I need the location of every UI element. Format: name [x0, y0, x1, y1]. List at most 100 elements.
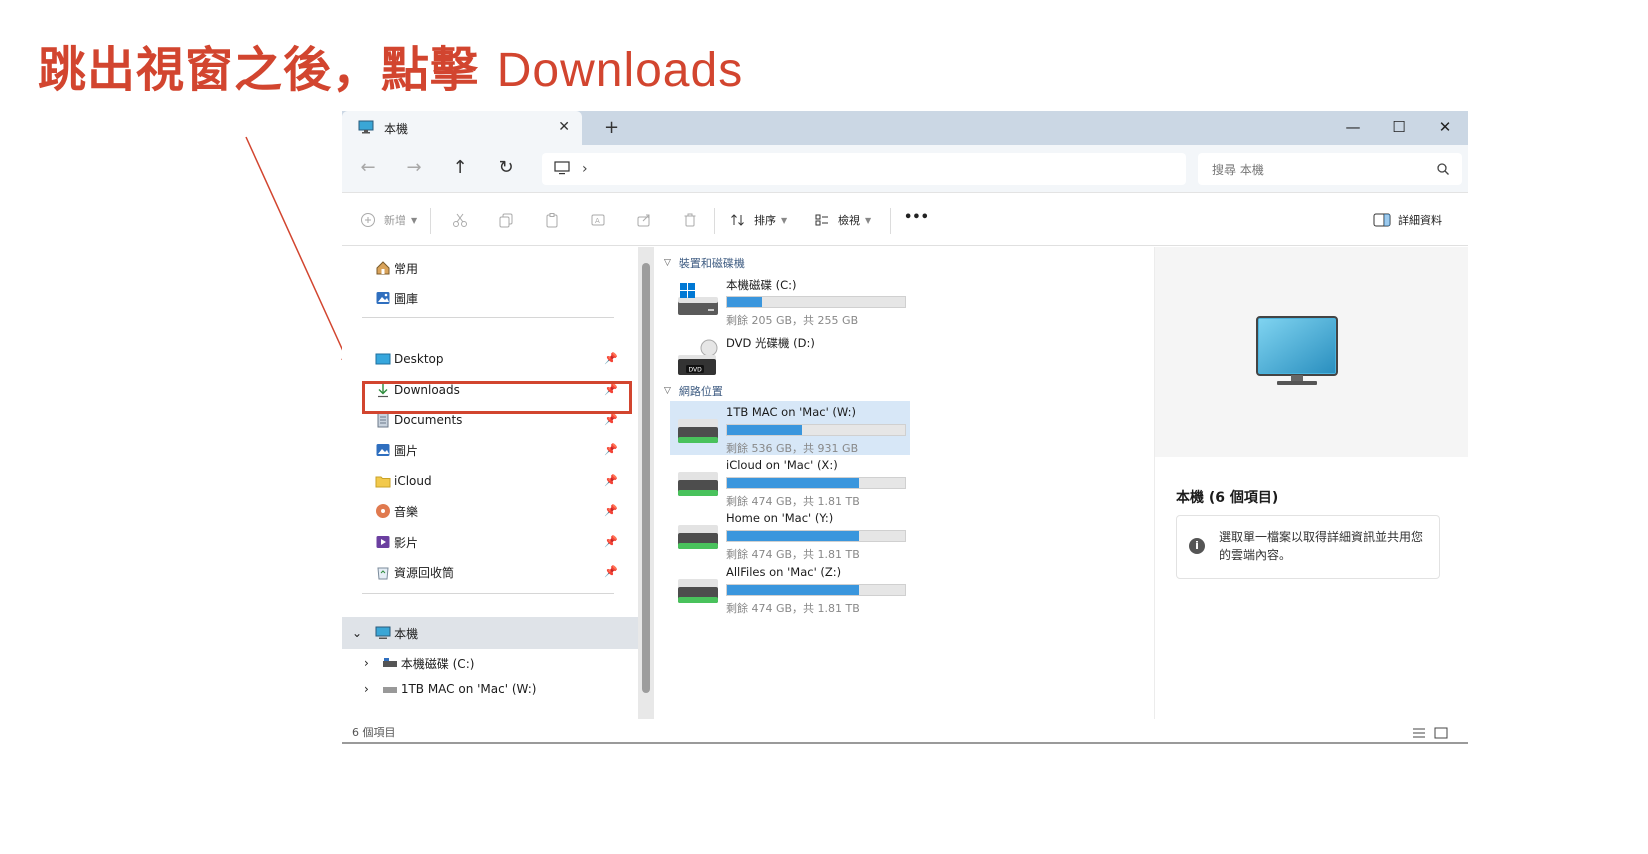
details-pane-button[interactable]: 詳細資料: [1372, 210, 1442, 230]
videos-icon: [374, 533, 392, 551]
drive-free-space: 剩餘 474 GB，共 1.81 TB: [726, 602, 860, 615]
music-icon: [374, 502, 392, 520]
drive-z[interactable]: AllFiles on 'Mac' (Z:) 剩餘 474 GB，共 1.81 …: [670, 561, 910, 615]
chevron-down-icon[interactable]: ▽: [664, 386, 671, 396]
drive-usage-bar: [726, 530, 906, 542]
group-header-devices[interactable]: ▽ 裝置和磁碟機: [664, 255, 745, 271]
pin-icon[interactable]: 📌: [604, 504, 618, 517]
drive-y[interactable]: Home on 'Mac' (Y:) 剩餘 474 GB，共 1.81 TB: [670, 507, 910, 561]
details-title: 本機 (6 個項目): [1176, 490, 1279, 506]
group-label: 裝置和磁碟機: [678, 257, 745, 270]
drive-dvd[interactable]: DVD DVD 光碟機 (D:): [670, 331, 910, 385]
nav-item-label: 常用: [394, 261, 419, 276]
scrollbar-thumb[interactable]: [642, 263, 650, 693]
up-button[interactable]: ↑: [448, 157, 472, 178]
chevron-right-icon[interactable]: ›: [364, 656, 369, 670]
chevron-down-icon: ▼: [865, 215, 872, 225]
pin-icon[interactable]: 📌: [604, 565, 618, 578]
chevron-down-icon[interactable]: ▽: [664, 258, 671, 268]
nav-item-music[interactable]: 音樂 📌: [362, 498, 622, 524]
navigation-pane: 常用 圖庫 Desktop 📌 Downloads 📌 Documents 📌 …: [342, 247, 638, 719]
drive-usage-fill: [727, 425, 803, 435]
preview-area: [1155, 247, 1468, 457]
monitor-icon: [358, 119, 374, 138]
scissors-icon: [450, 210, 470, 230]
back-button[interactable]: ←: [356, 157, 380, 178]
nav-item-label: 圖片: [394, 443, 419, 458]
minimize-button[interactable]: —: [1330, 111, 1376, 145]
file-explorer-window: 本機 ✕ + — ☐ ✕ ← → ↑ ↻ › 搜尋 本機 新增 ▼ A 排序 ▼…: [342, 111, 1468, 744]
search-input[interactable]: 搜尋 本機: [1198, 153, 1462, 185]
desktop-folder-icon: [374, 350, 392, 368]
drive-usage-fill: [727, 297, 762, 307]
info-icon: i: [1189, 538, 1205, 554]
nav-tree-network-w[interactable]: › 1TB MAC on 'Mac' (W:): [342, 676, 602, 702]
svg-text:A: A: [595, 217, 600, 225]
close-tab-icon[interactable]: ✕: [558, 119, 570, 135]
dvd-drive-icon: DVD: [676, 339, 720, 385]
new-tab-button[interactable]: +: [604, 117, 619, 138]
clipboard-icon: [542, 210, 562, 230]
drive-icon: [381, 654, 399, 672]
pin-icon[interactable]: 📌: [604, 535, 618, 548]
group-header-network[interactable]: ▽ 網路位置: [664, 383, 723, 399]
more-options-button[interactable]: •••: [904, 210, 929, 225]
nav-divider: [362, 317, 614, 318]
pin-icon[interactable]: 📌: [604, 443, 618, 456]
tab-this-pc[interactable]: 本機 ✕: [342, 111, 582, 145]
cut-button[interactable]: [450, 210, 470, 230]
view-button[interactable]: 檢視 ▼: [812, 210, 871, 230]
share-button[interactable]: [634, 210, 654, 230]
chevron-right-icon[interactable]: ›: [364, 682, 369, 696]
nav-item-label: 資源回收筒: [394, 565, 455, 580]
nav-pane-scrollbar[interactable]: [638, 247, 654, 719]
drive-free-space: 剩餘 474 GB，共 1.81 TB: [726, 548, 860, 561]
close-window-button[interactable]: ✕: [1422, 111, 1468, 145]
paste-button[interactable]: [542, 210, 562, 230]
details-view-icon[interactable]: [1412, 724, 1426, 742]
rename-button[interactable]: A: [588, 210, 608, 230]
nav-item-home[interactable]: 常用: [362, 255, 622, 281]
pin-icon[interactable]: 📌: [604, 352, 618, 365]
copy-button[interactable]: [496, 210, 516, 230]
nav-item-label: 圖庫: [394, 291, 419, 306]
drive-c[interactable]: 本機磁碟 (C:) 剩餘 205 GB，共 255 GB: [670, 273, 910, 327]
address-bar[interactable]: ›: [542, 153, 1186, 185]
copy-icon: [496, 210, 516, 230]
nav-tree-this-pc[interactable]: ⌄ 本機: [342, 620, 602, 646]
maximize-button[interactable]: ☐: [1376, 111, 1422, 145]
refresh-button[interactable]: ↻: [494, 157, 518, 178]
nav-item-recycle-bin[interactable]: 資源回收筒 📌: [362, 559, 622, 585]
tiles-view-icon[interactable]: [1434, 724, 1448, 742]
forward-button[interactable]: →: [402, 157, 426, 178]
drive-name: Home on 'Mac' (Y:): [726, 511, 834, 525]
home-icon: [374, 259, 392, 277]
rename-icon: A: [588, 210, 608, 230]
drive-w[interactable]: 1TB MAC on 'Mac' (W:) 剩餘 536 GB，共 931 GB: [670, 401, 910, 455]
drive-usage-fill: [727, 478, 860, 488]
nav-item-pictures[interactable]: 圖片 📌: [362, 437, 622, 463]
pin-icon[interactable]: 📌: [604, 474, 618, 487]
nav-item-desktop[interactable]: Desktop 📌: [362, 346, 622, 372]
details-info-box: i 選取單一檔案以取得詳細資訊並共用您的雲端內容。: [1176, 515, 1440, 579]
nav-item-icloud[interactable]: iCloud 📌: [362, 468, 622, 494]
nav-tree-local-disk-c[interactable]: › 本機磁碟 (C:): [342, 650, 602, 676]
dvd-label: DVD: [689, 367, 703, 374]
drive-usage-bar: [726, 424, 906, 436]
nav-item-label: 1TB MAC on 'Mac' (W:): [400, 682, 537, 696]
sort-button[interactable]: 排序 ▼: [728, 210, 787, 230]
drive-x[interactable]: iCloud on 'Mac' (X:) 剩餘 474 GB，共 1.81 TB: [670, 454, 910, 508]
chevron-down-icon[interactable]: ⌄: [352, 626, 362, 640]
navigation-bar: ← → ↑ ↻ › 搜尋 本機: [342, 145, 1468, 193]
new-button[interactable]: 新增 ▼: [358, 210, 417, 230]
toolbar-divider: [890, 208, 891, 234]
nav-item-gallery[interactable]: 圖庫: [362, 285, 622, 311]
pin-icon[interactable]: 📌: [604, 413, 618, 426]
drive-name: iCloud on 'Mac' (X:): [726, 458, 838, 472]
nav-item-videos[interactable]: 影片 📌: [362, 529, 622, 555]
nav-item-label: 本機: [394, 626, 419, 641]
drive-usage-fill: [727, 531, 860, 541]
address-chevron-icon[interactable]: ›: [582, 161, 588, 177]
delete-button[interactable]: [680, 210, 700, 230]
trash-icon: [680, 210, 700, 230]
